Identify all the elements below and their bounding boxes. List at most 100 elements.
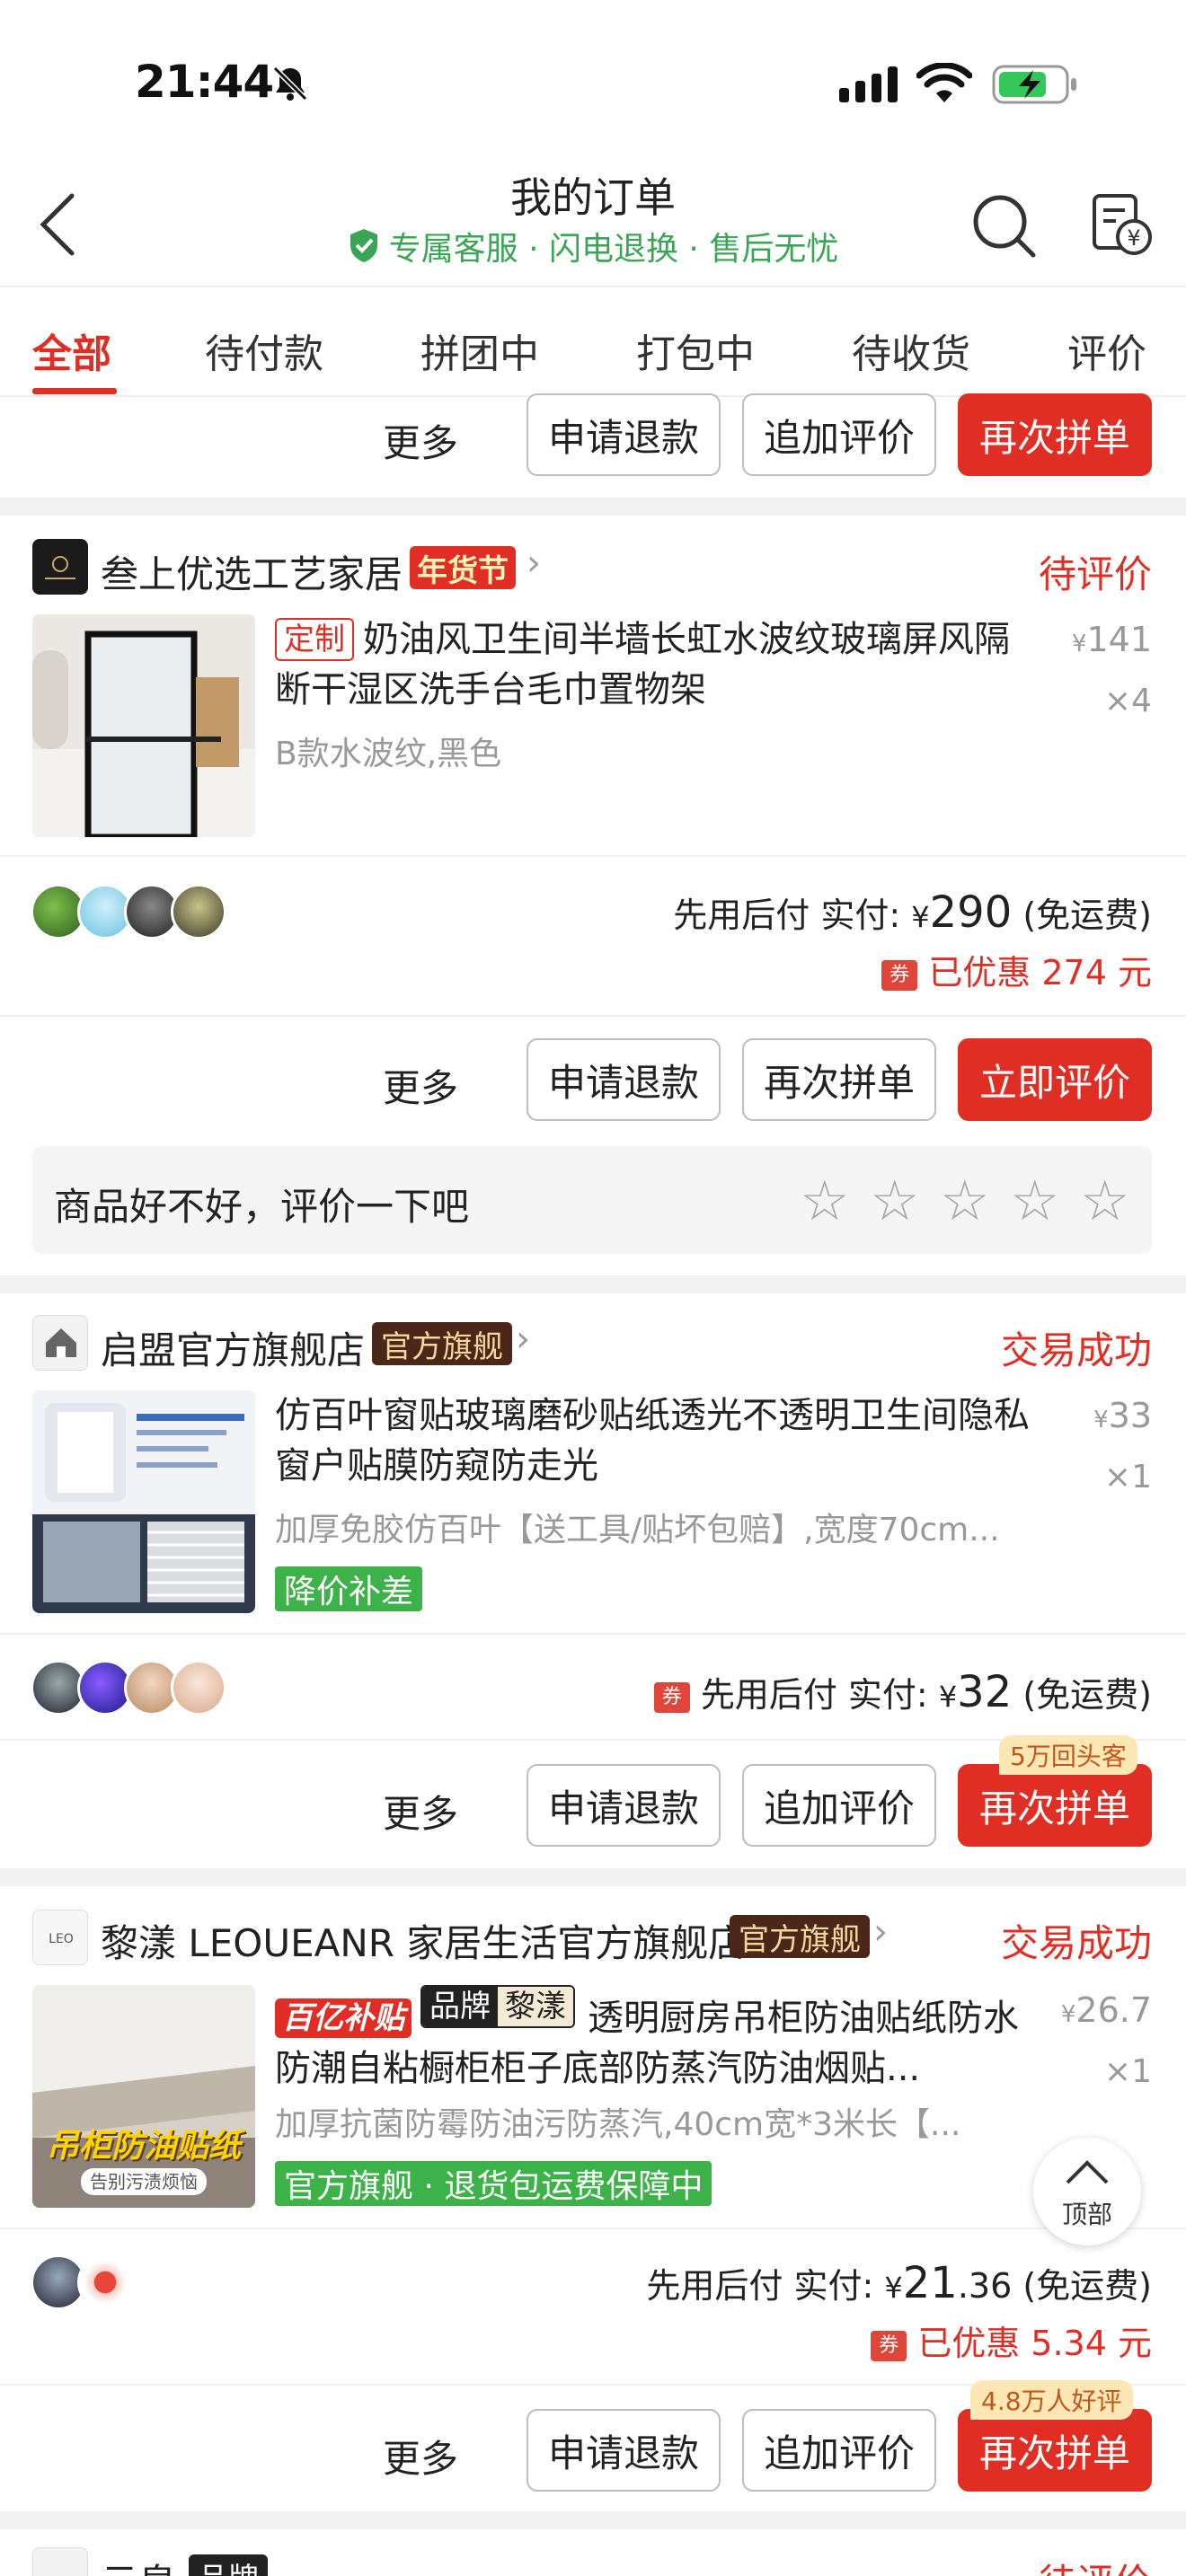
- chevron-right-icon[interactable]: ›: [873, 1911, 888, 1953]
- refund-button[interactable]: 申请退款: [527, 393, 721, 476]
- payment-suffix: (免运费): [1022, 2266, 1152, 2306]
- product-spec: B款水波纹,黑色: [275, 736, 502, 772]
- shop-tag: 官方旗舰: [372, 1322, 512, 1365]
- discount-text: 已优惠 274 元: [928, 953, 1152, 992]
- brand-tag: 品牌 黎漾: [420, 1985, 575, 2028]
- shop-logo[interactable]: [32, 539, 88, 595]
- star-icon[interactable]: ☆: [940, 1173, 990, 1229]
- refund-button[interactable]: 申请退款: [527, 1038, 721, 1121]
- order-status: 待评价: [1039, 2553, 1152, 2576]
- star-icon[interactable]: ☆: [1080, 1173, 1130, 1229]
- back-to-top-button[interactable]: 顶部: [1033, 2138, 1141, 2245]
- tab-pending-payment[interactable]: 待付款: [205, 322, 323, 379]
- currency-symbol: ¥: [938, 1680, 958, 1714]
- order-status: 待评价: [1038, 552, 1152, 596]
- group-avatars: [31, 2254, 147, 2312]
- shop-name[interactable]: 启盟官方旗舰店: [101, 1320, 365, 1375]
- product-title[interactable]: 仿百叶窗贴玻璃磨砂贴纸透光不透明卫生间隐私窗户贴膜防窥防走光: [275, 1390, 1039, 1491]
- status-time: 21:44: [135, 56, 274, 108]
- shop-name[interactable]: 云帛: [101, 2553, 176, 2576]
- coupon-icon: 券: [871, 2331, 907, 2361]
- thumb-subcaption: 告别污渍烦恼: [81, 2168, 207, 2195]
- currency-symbol: ¥: [911, 900, 930, 934]
- reorder-button[interactable]: 再次拼单: [958, 2409, 1152, 2492]
- star-icon[interactable]: ☆: [870, 1173, 920, 1229]
- guarantee-tag: 官方旗舰 · 退货包运费保障中: [275, 2161, 712, 2206]
- back-to-top-label: 顶部: [1061, 2200, 1112, 2229]
- chevron-right-icon[interactable]: ›: [527, 543, 541, 584]
- payment-prefix: 先用后付 实付:: [700, 1675, 939, 1715]
- invoice-icon[interactable]: ¥: [1089, 192, 1154, 260]
- wifi-icon: [916, 62, 973, 108]
- order-status: 交易成功: [1000, 1921, 1152, 1965]
- discount-info: 券已优惠 274 元: [881, 945, 1152, 994]
- brand-tag-name: 黎漾: [498, 1987, 573, 2026]
- add-review-button[interactable]: 追加评价: [742, 2409, 936, 2492]
- reorder-button[interactable]: 再次拼单: [742, 1038, 936, 1121]
- add-review-button[interactable]: 追加评价: [742, 393, 936, 476]
- shop-tag: 品牌: [189, 2554, 268, 2576]
- more-button[interactable]: 更多: [383, 413, 458, 468]
- more-button[interactable]: 更多: [383, 1784, 458, 1839]
- payment-prefix: 先用后付 实付:: [673, 895, 912, 935]
- star-icon[interactable]: ☆: [1010, 1173, 1060, 1229]
- divider: [0, 855, 1186, 857]
- divider: [0, 1633, 1186, 1635]
- tab-packing[interactable]: 打包中: [636, 322, 755, 379]
- payment-suffix: (免运费): [1022, 895, 1152, 935]
- avatar: [171, 1660, 226, 1716]
- payment-prefix: 先用后付 实付:: [646, 2266, 885, 2306]
- review-now-button[interactable]: 立即评价: [958, 1038, 1152, 1121]
- discount-info: 券已优惠 5.34 元: [871, 2316, 1152, 2365]
- star-icon[interactable]: ☆: [800, 1173, 850, 1229]
- payment-summary: 先用后付 实付: ¥21.36 (免运费): [646, 2258, 1152, 2308]
- shop-logo[interactable]: [32, 1315, 88, 1371]
- order-status: 交易成功: [1000, 1328, 1152, 1372]
- shop-logo[interactable]: [32, 2547, 88, 2576]
- product-qty: ×1: [1103, 1459, 1152, 1495]
- more-button[interactable]: 更多: [383, 1058, 458, 1113]
- tab-group-buying[interactable]: 拼团中: [420, 322, 539, 379]
- product-price: ¥141: [1071, 620, 1152, 659]
- svg-text:¥: ¥: [1127, 225, 1140, 251]
- shop-logo[interactable]: LEO: [32, 1910, 88, 1965]
- currency-symbol: ¥: [884, 2271, 903, 2305]
- product-title-text: 奶油风卫生间半墙长虹水波纹玻璃屏风隔断干湿区洗手台毛巾置物架: [275, 619, 1010, 710]
- add-review-button[interactable]: 追加评价: [742, 1764, 936, 1847]
- section-separator: [0, 1275, 1186, 1293]
- product-price: ¥26.7: [1060, 1990, 1152, 2030]
- product-image[interactable]: 吊柜防油贴纸 告别污渍烦恼: [32, 1985, 255, 2208]
- shop-name[interactable]: 黎漾 LEOUEANR 家居生活官方旗舰店: [101, 1913, 746, 1968]
- shop-name[interactable]: 叁上优选工艺家居: [101, 544, 403, 599]
- tab-pending-receipt[interactable]: 待收货: [852, 322, 970, 379]
- reorder-button[interactable]: 再次拼单: [958, 1764, 1152, 1847]
- product-image[interactable]: [32, 614, 255, 837]
- service-guarantee-text: 专属客服 · 闪电退换 · 售后无忧: [388, 231, 839, 268]
- chevron-up-icon: [1066, 2160, 1109, 2184]
- product-qty: ×1: [1103, 2053, 1152, 2090]
- cellular-signal-icon: [839, 66, 902, 106]
- product-price-value: 26.7: [1075, 1990, 1152, 2030]
- avatar: [77, 2254, 133, 2310]
- search-icon[interactable]: [970, 192, 1039, 264]
- product-title[interactable]: 定制 奶油风卫生间半墙长虹水波纹玻璃屏风隔断干湿区洗手台毛巾置物架: [275, 614, 1039, 715]
- product-image[interactable]: [32, 1390, 255, 1613]
- reorder-button[interactable]: 再次拼单: [958, 393, 1152, 476]
- silent-bell-icon: [270, 63, 311, 108]
- payment-amount: 290: [929, 887, 1013, 938]
- refund-button[interactable]: 申请退款: [527, 1764, 721, 1847]
- coupon-icon: 券: [653, 1682, 690, 1713]
- chevron-right-icon[interactable]: ›: [516, 1319, 530, 1360]
- tab-all[interactable]: 全部: [32, 322, 111, 379]
- payment-amount: 32: [957, 1667, 1013, 1717]
- price-protection-tag: 降价补差: [275, 1566, 423, 1611]
- shield-check-icon: [348, 227, 380, 271]
- product-title[interactable]: 百亿补贴 品牌 黎漾 透明厨房吊柜防油贴纸防水防潮自粘橱柜柜子底部防蒸汽防油烟贴...: [275, 1985, 1039, 2086]
- product-price: ¥33: [1093, 1396, 1152, 1435]
- avatar: [171, 884, 226, 940]
- refund-button[interactable]: 申请退款: [527, 2409, 721, 2492]
- tab-review[interactable]: 评价: [1067, 322, 1146, 379]
- thumb-caption: 吊柜防油贴纸: [46, 2128, 241, 2165]
- more-button[interactable]: 更多: [383, 2429, 458, 2483]
- product-qty: ×4: [1103, 683, 1152, 719]
